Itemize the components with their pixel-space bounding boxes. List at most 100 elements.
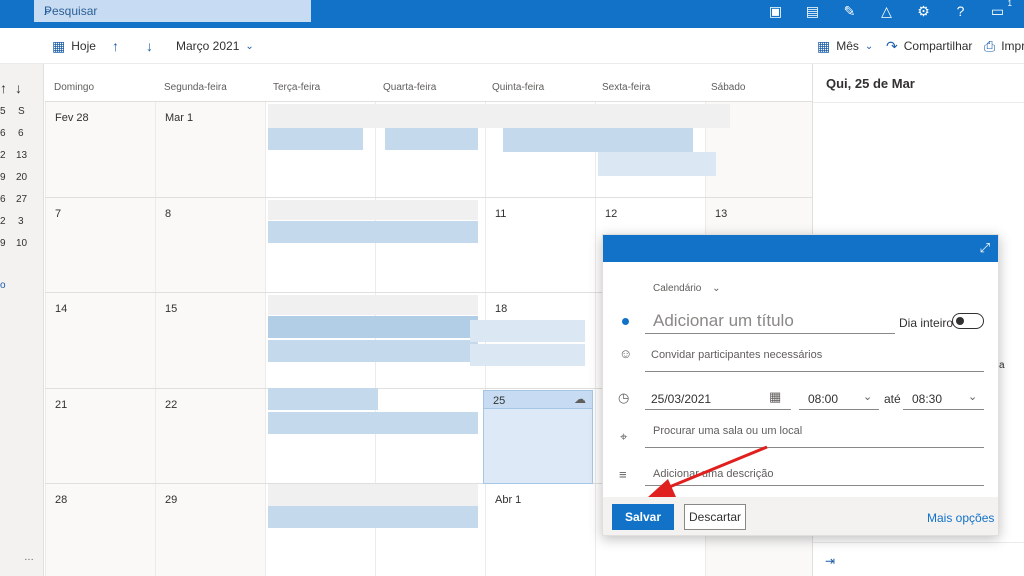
day-cell[interactable] [375, 389, 485, 484]
day-number: 8 [165, 208, 172, 220]
mini-date[interactable]: 5 [0, 106, 6, 117]
search-box[interactable]: ⌕ Pesquisar [34, 0, 311, 22]
month-picker[interactable]: Março 2021 ⌄ [176, 28, 260, 64]
mini-date[interactable]: 27 [16, 194, 27, 205]
mini-date[interactable]: 6 [0, 194, 6, 205]
day-cell[interactable]: 14 [45, 293, 155, 388]
day-cell[interactable]: Mar 1 [155, 102, 265, 197]
location-input[interactable]: Procurar uma sala ou um local [653, 425, 802, 437]
toggle-knob [956, 317, 964, 325]
redacted-event [598, 152, 716, 176]
print-button[interactable]: ⎙ Impr [984, 28, 1024, 64]
top-bar: ⌕ Pesquisar ▣ ▤ ✎ △ ⚙ ? ▭ 1 [0, 0, 1024, 28]
redacted-event [470, 320, 585, 342]
mini-date[interactable]: 2 [0, 150, 6, 161]
chevron-down-icon[interactable]: ⌄ [968, 390, 977, 403]
expand-icon[interactable]: ⤢ [980, 240, 990, 256]
day-number: 11 [495, 208, 507, 220]
attendees-input[interactable]: Convidar participantes necessários [651, 349, 822, 361]
day-number: 22 [165, 399, 178, 411]
mini-date[interactable]: 13 [16, 150, 27, 161]
mini-date[interactable]: 2 [0, 216, 6, 227]
start-time-select[interactable]: 08:00 [808, 392, 838, 406]
end-time-select[interactable]: 08:30 [912, 392, 942, 406]
share-label: Compartilhar [903, 39, 973, 53]
next-button[interactable]: ↓ [146, 28, 159, 64]
redacted-event [268, 388, 378, 410]
gear-icon[interactable]: ⚙ [905, 3, 942, 20]
mini-link-fragment[interactable]: o [0, 280, 6, 291]
search-icon: ⌕ [44, 3, 52, 18]
arrow-head [648, 479, 676, 497]
redacted-event [268, 295, 478, 315]
divider [813, 102, 1024, 103]
share-button[interactable]: ↷ Compartilhar [886, 28, 972, 64]
mini-date[interactable]: 6 [18, 128, 24, 139]
day-cell[interactable]: 15 [155, 293, 265, 388]
mini-date[interactable]: 10 [16, 238, 27, 249]
day-number: Mar 1 [165, 112, 194, 124]
popup-header: ⤢ [603, 235, 998, 262]
today-label: Hoje [71, 39, 96, 53]
mini-date[interactable]: 3 [18, 216, 24, 227]
more-icon[interactable]: … [24, 552, 34, 563]
collapse-pane-icon[interactable]: ⇥ [825, 554, 835, 568]
day-cell[interactable]: 11 [485, 198, 595, 293]
mini-date[interactable]: S [18, 106, 25, 117]
mini-date[interactable]: 20 [16, 172, 27, 183]
title-input[interactable]: Adicionar um título [653, 311, 794, 331]
day-cell[interactable]: 29 [155, 484, 265, 576]
day-pane-title: Qui, 25 de Mar [826, 76, 915, 91]
mini-date[interactable]: 9 [0, 172, 6, 183]
more-options-link[interactable]: Mais opções [927, 511, 994, 525]
save-button[interactable]: Salvar [612, 504, 674, 530]
arrow-down-icon[interactable]: ↓ [15, 80, 22, 96]
redacted-event [268, 412, 478, 434]
day-cell[interactable]: 21 [45, 389, 155, 484]
redacted-event [470, 344, 585, 366]
previous-button[interactable]: ↑ [112, 28, 125, 64]
today-cell[interactable]: 25 ☁ [483, 390, 593, 484]
arrow-down-icon: ↓ [146, 38, 153, 54]
month-label: Março 2021 [176, 39, 240, 53]
input-underline [903, 409, 984, 410]
day-name: Terça-feira [273, 82, 321, 93]
chevron-down-icon[interactable]: ⌄ [863, 390, 872, 403]
mini-date[interactable]: 6 [0, 128, 6, 139]
calendar-picker[interactable]: Calendário ⌄ [653, 283, 721, 294]
day-name: Segunda-feira [164, 82, 227, 93]
annotation-arrow [648, 445, 768, 497]
all-day-label: Dia inteiro [899, 316, 954, 330]
arrow-up-icon[interactable]: ↑ [0, 80, 7, 96]
day-name: Quinta-feira [492, 82, 545, 93]
bell-icon[interactable]: △ [868, 3, 905, 20]
date-input[interactable]: 25/03/2021 [651, 392, 711, 406]
day-pane-text-fragment: a [999, 360, 1005, 371]
day-cell[interactable]: 22 [155, 389, 265, 484]
all-day-toggle[interactable] [952, 313, 984, 329]
discard-button[interactable]: Descartar [684, 504, 746, 530]
feedback-icon[interactable]: ▭ 1 [979, 0, 1016, 20]
office-icon[interactable]: ▤ [794, 3, 831, 20]
today-button[interactable]: ▦ Hoje [52, 28, 96, 64]
mini-calendar: ↑ ↓ 5 S 6 6 2 13 9 20 6 27 2 3 9 10 o … [0, 64, 44, 576]
person-icon: ☺ [619, 346, 633, 361]
input-underline [645, 409, 791, 410]
mini-date[interactable]: 9 [0, 238, 6, 249]
meet-icon[interactable]: ▣ [757, 3, 794, 20]
todo-icon[interactable]: ✎ [831, 3, 868, 20]
day-cell[interactable]: 7 [45, 198, 155, 293]
view-button[interactable]: ▦ Mês ⌄ [817, 28, 879, 64]
redacted-event [268, 506, 478, 528]
print-label: Impr [1001, 39, 1024, 53]
help-icon[interactable]: ? [942, 3, 979, 19]
description-icon: ≡ [619, 467, 627, 482]
day-cell[interactable]: 8 [155, 198, 265, 293]
until-label: até [884, 392, 901, 406]
day-cell[interactable]: Fev 28 [45, 102, 155, 197]
calendar-icon[interactable]: ▦ [769, 389, 781, 405]
day-cell[interactable]: Abr 1 [485, 484, 595, 576]
day-cell[interactable]: 28 [45, 484, 155, 576]
chevron-down-icon: ⌄ [864, 40, 874, 52]
input-underline [645, 371, 984, 372]
